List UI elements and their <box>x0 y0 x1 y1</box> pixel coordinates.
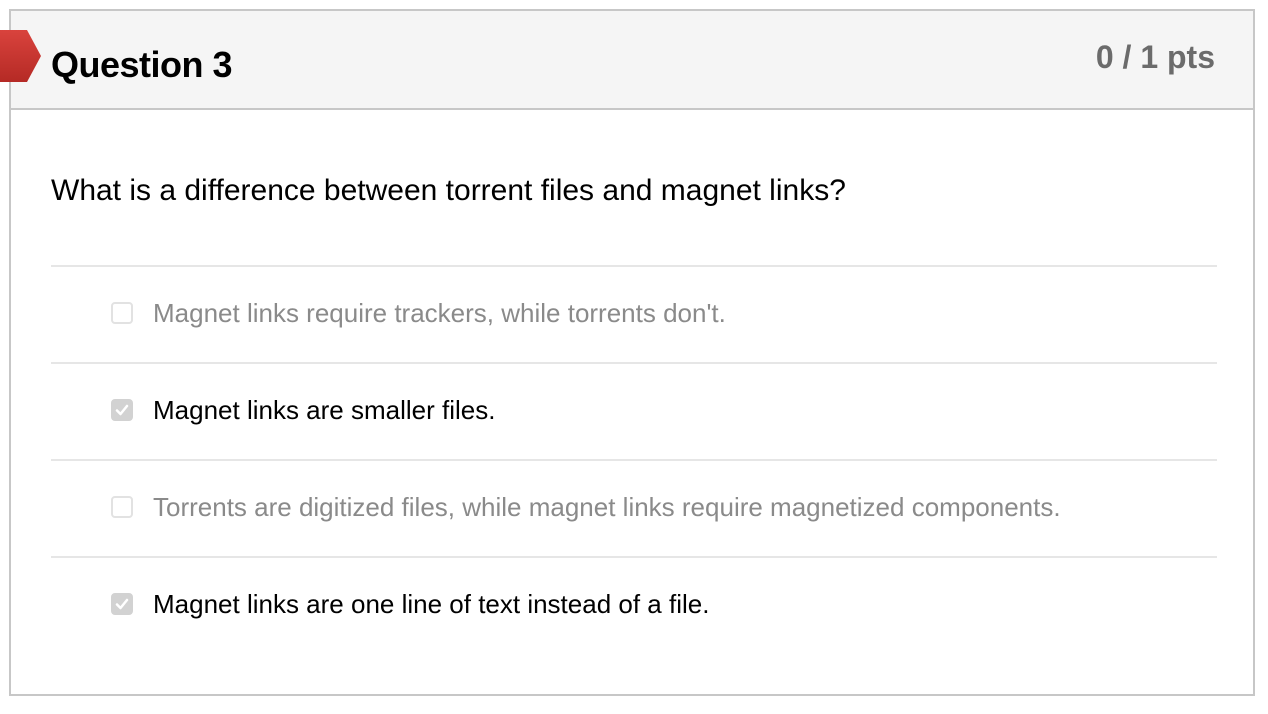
answer-option[interactable]: Torrents are digitized files, while magn… <box>51 459 1217 556</box>
answer-checkbox[interactable] <box>111 302 133 324</box>
answer-option[interactable]: Magnet links are one line of text instea… <box>51 556 1217 653</box>
incorrect-answer-flag-icon <box>0 30 41 82</box>
checkmark-icon <box>115 404 129 416</box>
answer-label: Magnet links are one line of text instea… <box>153 589 710 619</box>
answer-option[interactable]: Magnet links are smaller files. <box>51 362 1217 459</box>
question-card: Question 3 0 / 1 pts What is a differenc… <box>0 9 1255 696</box>
answer-label: Magnet links require trackers, while tor… <box>153 298 726 328</box>
checkmark-icon <box>115 598 129 610</box>
answer-option[interactable]: Magnet links require trackers, while tor… <box>51 265 1217 362</box>
answer-checkbox[interactable] <box>111 593 133 615</box>
question-header: Question 3 0 / 1 pts <box>0 11 1253 110</box>
question-title: Question 3 <box>51 44 233 85</box>
answer-label: Magnet links are smaller files. <box>153 395 496 425</box>
answer-checkbox[interactable] <box>111 399 133 421</box>
answers-list: Magnet links require trackers, while tor… <box>51 265 1217 653</box>
question-points: 0 / 1 pts <box>1095 39 1215 75</box>
question-text: What is a difference between torrent fil… <box>51 174 846 207</box>
answer-label: Torrents are digitized files, while magn… <box>153 492 1061 522</box>
answer-checkbox[interactable] <box>111 496 133 518</box>
